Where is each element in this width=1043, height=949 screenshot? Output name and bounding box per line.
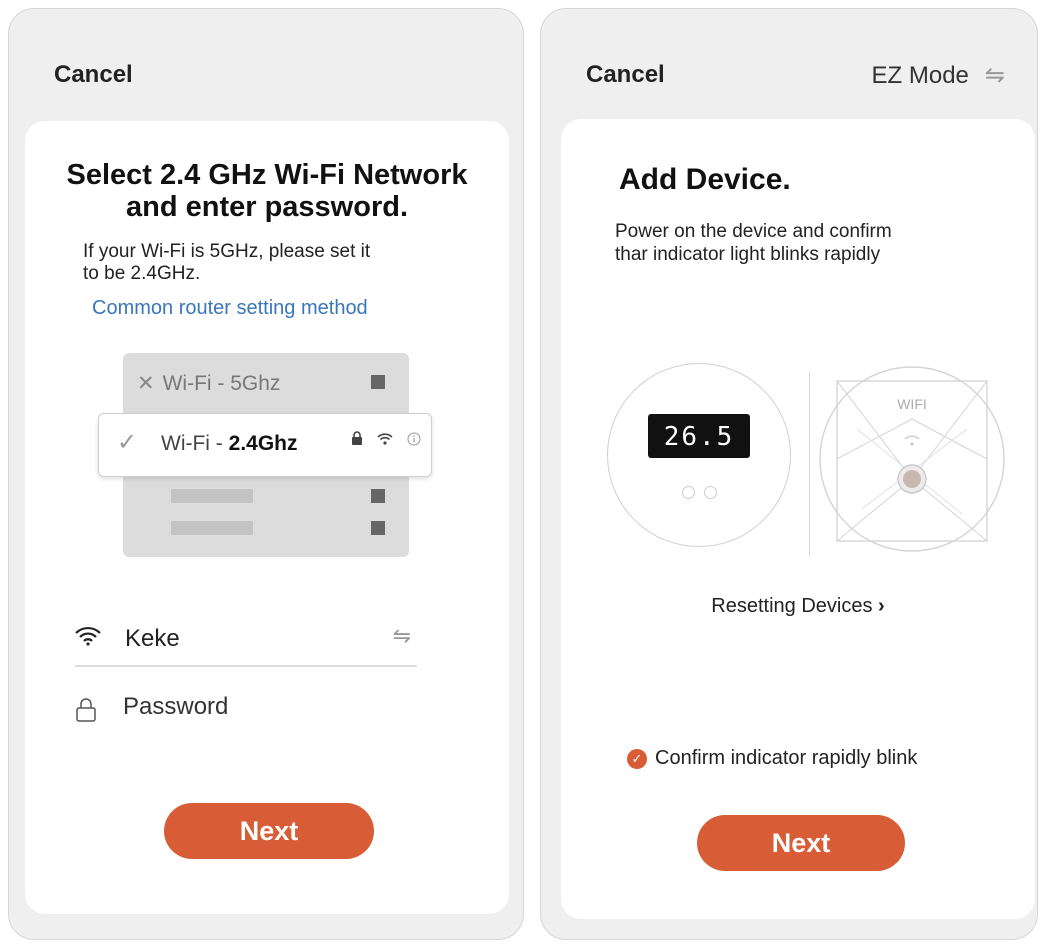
confirm-checkbox[interactable]: ✓ Confirm indicator rapidly blink — [627, 747, 917, 770]
check-icon: ✓ — [627, 748, 647, 769]
network-24ghz-row: ✓ Wi-Fi - 2.4Ghz — [98, 413, 432, 477]
close-icon: ✕ — [137, 372, 155, 395]
resetting-devices-label: Resetting Devices — [711, 595, 873, 617]
swap-icon: ⇋ — [984, 62, 1005, 89]
square-icon — [371, 521, 385, 535]
title-line-2: and enter password. — [125, 191, 408, 223]
wifi-text: WIFI — [897, 396, 927, 412]
chevron-right-icon: › — [878, 595, 885, 617]
ez-mode-label: EZ Mode — [871, 62, 969, 89]
page-title: Add Device. — [619, 163, 791, 196]
top-bar: Cancel — [9, 57, 523, 97]
page-title: Select 2.4 GHz Wi-Fi Network and enter p… — [25, 159, 509, 223]
lock-icon — [351, 431, 362, 445]
lock-icon — [75, 697, 97, 730]
add-device-description: Power on the device and confirm thar ind… — [615, 220, 975, 266]
add-device-card: Add Device. Power on the device and conf… — [561, 119, 1035, 919]
ez-mode-toggle[interactable]: EZ Mode ⇋ — [872, 61, 1005, 90]
wifi-setup-card: Select 2.4 GHz Wi-Fi Network and enter p… — [25, 121, 509, 914]
hint-line-2: to be 2.4GHz. — [83, 263, 201, 284]
placeholder-bar — [171, 489, 253, 503]
next-button[interactable]: Next — [164, 803, 374, 859]
router-setting-link[interactable]: Common router setting method — [92, 297, 368, 320]
square-icon — [371, 489, 385, 503]
illustration-divider — [809, 371, 810, 557]
square-icon — [371, 375, 385, 389]
confirm-label: Confirm indicator rapidly blink — [655, 747, 918, 769]
network-5ghz-label: Wi-Fi - 5Ghz — [162, 372, 281, 395]
resetting-devices-link[interactable]: Resetting Devices › — [561, 595, 1035, 618]
cancel-button[interactable]: Cancel — [586, 61, 665, 89]
network-5ghz-row: ✕ Wi-Fi - 5Ghz — [137, 371, 280, 396]
thermostat-illustration: 26.5 — [607, 363, 791, 547]
desc-line-2: thar indicator light blinks rapidly — [615, 244, 881, 265]
top-bar: Cancel EZ Mode ⇋ — [541, 57, 1037, 97]
thermostat-display: 26.5 — [648, 414, 750, 458]
add-device-screen: Cancel EZ Mode ⇋ Add Device. Power on the… — [540, 8, 1038, 940]
wifi-setup-screen: Cancel Select 2.4 GHz Wi-Fi Network and … — [8, 8, 524, 940]
check-icon: ✓ — [117, 429, 138, 456]
wifi-name-field[interactable]: Keke ⇋ — [75, 615, 419, 663]
desc-line-1: Power on the device and confirm — [615, 221, 892, 242]
cancel-button[interactable]: Cancel — [54, 61, 133, 89]
swap-network-icon[interactable]: ⇋ — [393, 623, 411, 649]
wifi-name-value: Keke — [125, 625, 180, 652]
hint-line-1: If your Wi-Fi is 5GHz, please set it — [83, 241, 371, 262]
up-button-icon — [704, 486, 717, 499]
field-divider — [75, 665, 417, 667]
next-button[interactable]: Next — [697, 815, 905, 871]
wifi-icon — [377, 433, 393, 445]
network-status-icons — [351, 431, 421, 448]
password-field[interactable] — [75, 687, 419, 735]
info-icon — [407, 432, 421, 446]
placeholder-bar — [171, 521, 253, 535]
password-input[interactable] — [123, 693, 403, 721]
network-24ghz-label: Wi-Fi - 2.4Ghz — [161, 432, 298, 455]
device-back-illustration: WIFI — [819, 366, 1005, 552]
wifi-icon — [75, 625, 101, 653]
fan-button-icon — [682, 486, 695, 499]
frequency-hint: If your Wi-Fi is 5GHz, please set it to … — [83, 241, 463, 285]
title-line-1: Select 2.4 GHz Wi-Fi Network — [66, 159, 468, 191]
